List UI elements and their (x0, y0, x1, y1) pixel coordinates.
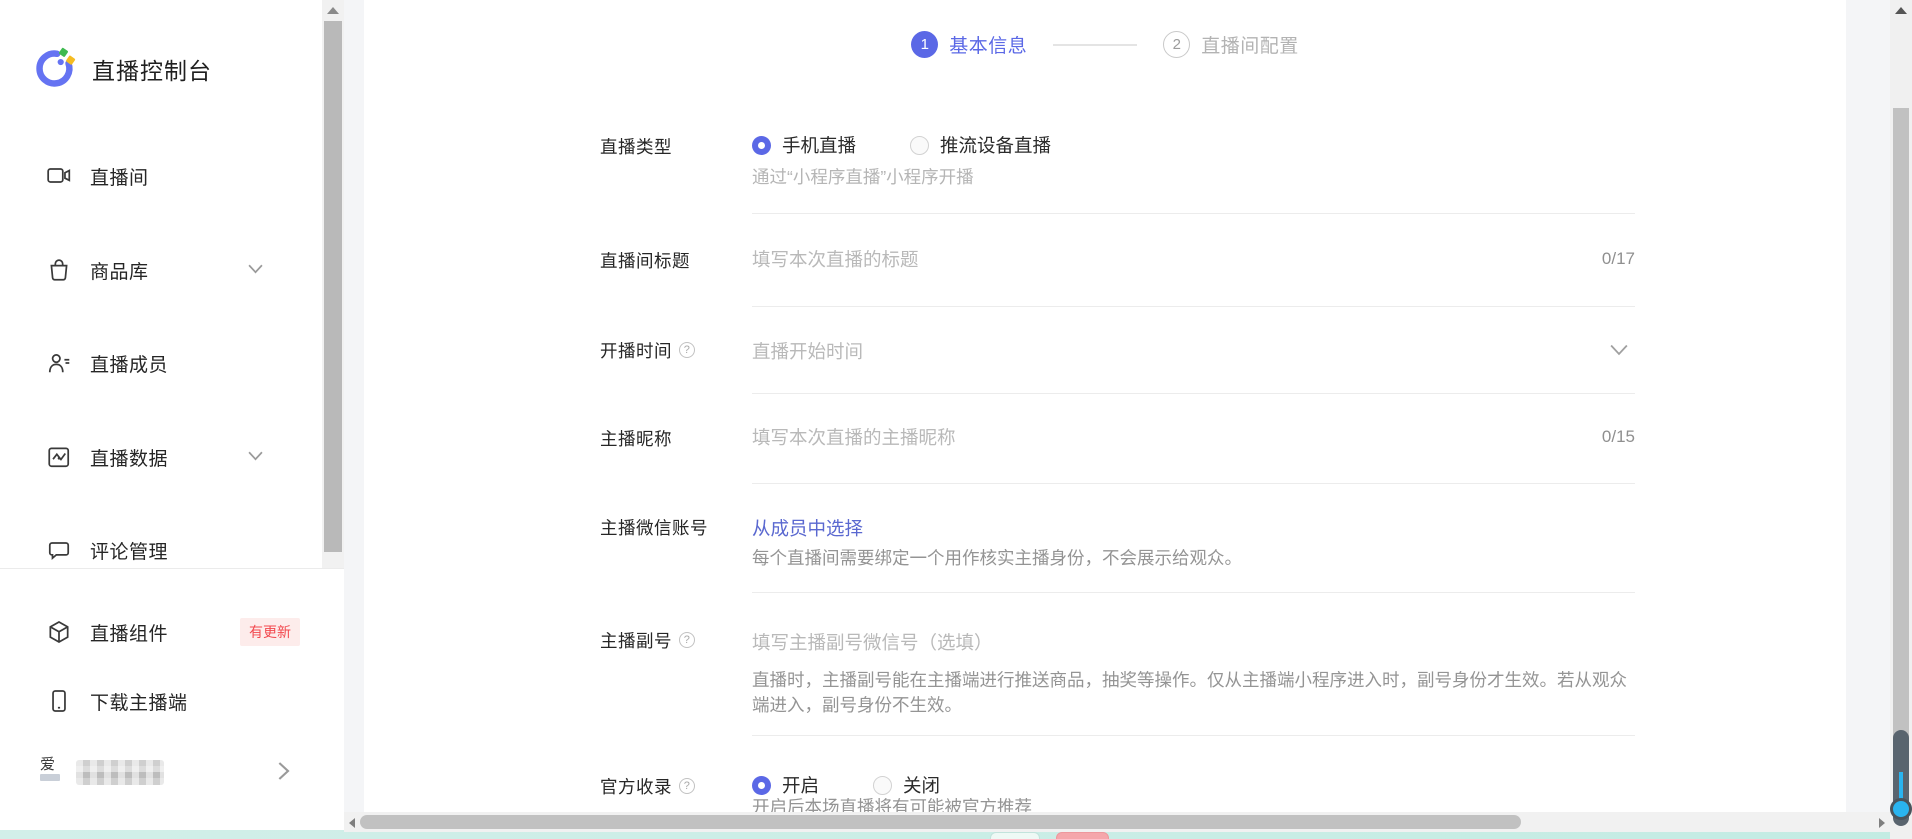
step-room-config[interactable]: 2 直播间配置 (1163, 31, 1299, 58)
update-badge: 有更新 (240, 618, 300, 646)
field-label-anchor-wechat: 主播微信账号 (600, 515, 708, 539)
live-type-radio-group: 手机直播 推流设备直播 (752, 132, 1105, 158)
avatar: 爱 (40, 756, 64, 788)
vertical-scrollbar[interactable] (1890, 0, 1912, 839)
row-divider (752, 213, 1635, 214)
official-listing-helper: 开启后本场直播将有可能被官方推荐 (752, 795, 1635, 812)
sidebar-item-product-library[interactable]: 商品库 (0, 242, 322, 298)
radio-unselected-icon (910, 136, 929, 155)
row-divider (752, 393, 1635, 394)
sidebar-divider (0, 568, 344, 569)
anchor-nickname-input[interactable] (752, 422, 1552, 454)
select-from-members-link[interactable]: 从成员中选择 (752, 515, 863, 541)
help-icon[interactable]: ? (679, 632, 695, 648)
chart-icon (46, 444, 72, 470)
bag-icon (46, 257, 72, 283)
anchor-sub-helper: 直播时，主播副号能在主播端进行推送商品，抽奖等操作。仅从主播端小程序进入时，副号… (752, 668, 1635, 718)
vertical-scrollbar-thumb[interactable] (1893, 108, 1909, 748)
footer-submit-button[interactable] (1056, 832, 1109, 839)
step-connector (1053, 44, 1137, 46)
row-divider (752, 735, 1635, 736)
scroll-left-arrow-icon[interactable] (349, 818, 355, 828)
app-logo-icon (33, 47, 76, 90)
radio-selected-icon (752, 136, 771, 155)
camera-icon (46, 163, 72, 189)
account-name-redacted (76, 760, 164, 785)
sidebar-item-comment-management[interactable]: 评论管理 (0, 522, 322, 578)
sidebar-item-live-components[interactable]: 直播组件 有更新 (0, 604, 322, 660)
row-divider (752, 306, 1635, 307)
step-basic-info[interactable]: 1 基本信息 (911, 31, 1027, 58)
help-icon[interactable]: ? (679, 342, 695, 358)
chevron-down-icon (248, 264, 263, 274)
help-icon[interactable]: ? (679, 778, 695, 794)
members-icon (46, 350, 72, 376)
sidebar-item-download-anchor-app[interactable]: 下载主播端 (0, 673, 322, 729)
phone-icon (46, 688, 72, 714)
field-label-room-title: 直播间标题 (600, 248, 690, 272)
anchor-sub-input[interactable] (752, 627, 1552, 659)
sidebar-item-live-data[interactable]: 直播数据 (0, 429, 322, 485)
anchor-wechat-helper: 每个直播间需要绑定一个用作核实主播身份，不会展示给观众。 (752, 546, 1635, 571)
select-chevron-down-icon[interactable] (1610, 344, 1628, 356)
step-1-circle: 1 (911, 31, 938, 58)
room-title-input[interactable] (752, 244, 1552, 276)
field-label-anchor-nickname: 主播昵称 (600, 426, 672, 450)
app-title: 直播控制台 (92, 52, 212, 86)
radio-phone-live[interactable]: 手机直播 (752, 132, 856, 158)
row-divider (752, 592, 1635, 593)
live-console-screen: 直播控制台 直播间 商品库 直播 (0, 0, 1912, 839)
scroll-right-arrow-icon[interactable] (1879, 818, 1885, 828)
form-card: 1 基本信息 2 直播间配置 直播类型 手机直播 (364, 0, 1846, 812)
room-title-counter: 0/17 (1485, 249, 1635, 269)
scroll-indicator-ball (1890, 798, 1912, 820)
avatar-subtext-blur (40, 774, 60, 781)
start-time-select[interactable] (752, 336, 1552, 368)
chevron-right-icon (278, 761, 290, 781)
horizontal-scrollbar[interactable] (344, 812, 1890, 832)
row-divider (752, 483, 1635, 484)
sidebar-scrollbar-thumb[interactable] (324, 21, 342, 552)
step-2-circle: 2 (1163, 31, 1190, 58)
field-label-anchor-sub: 主播副号 ? (600, 628, 695, 652)
step-indicator: 1 基本信息 2 直播间配置 (364, 31, 1846, 58)
radio-push-device-live[interactable]: 推流设备直播 (910, 132, 1051, 158)
live-type-helper: 通过“小程序直播”小程序开播 (752, 165, 1635, 190)
sidebar: 直播控制台 直播间 商品库 直播 (0, 0, 344, 830)
radio-unselected-icon (873, 776, 892, 795)
sidebar-scrollbar[interactable] (322, 0, 344, 568)
footer-cancel-button[interactable] (990, 832, 1040, 839)
field-label-start-time: 开播时间 ? (600, 338, 695, 362)
scroll-indicator-widget (1893, 730, 1909, 826)
field-label-official-listing: 官方收录 ? (600, 774, 695, 798)
main-area: 1 基本信息 2 直播间配置 直播类型 手机直播 (344, 0, 1890, 832)
account-row[interactable]: 爱 (0, 744, 322, 800)
anchor-nickname-counter: 0/15 (1485, 427, 1635, 447)
horizontal-scrollbar-thumb[interactable] (360, 815, 1521, 829)
scroll-up-arrow-icon[interactable] (1895, 7, 1907, 14)
comment-icon (46, 537, 72, 563)
field-label-live-type: 直播类型 (600, 134, 672, 158)
app-logo-row: 直播控制台 (33, 47, 212, 90)
sidebar-item-live-room[interactable]: 直播间 (0, 148, 322, 204)
cube-icon (46, 619, 72, 645)
scroll-up-arrow-icon[interactable] (327, 7, 339, 14)
chevron-down-icon (248, 451, 263, 461)
sidebar-item-live-members[interactable]: 直播成员 (0, 335, 322, 391)
radio-selected-icon (752, 776, 771, 795)
